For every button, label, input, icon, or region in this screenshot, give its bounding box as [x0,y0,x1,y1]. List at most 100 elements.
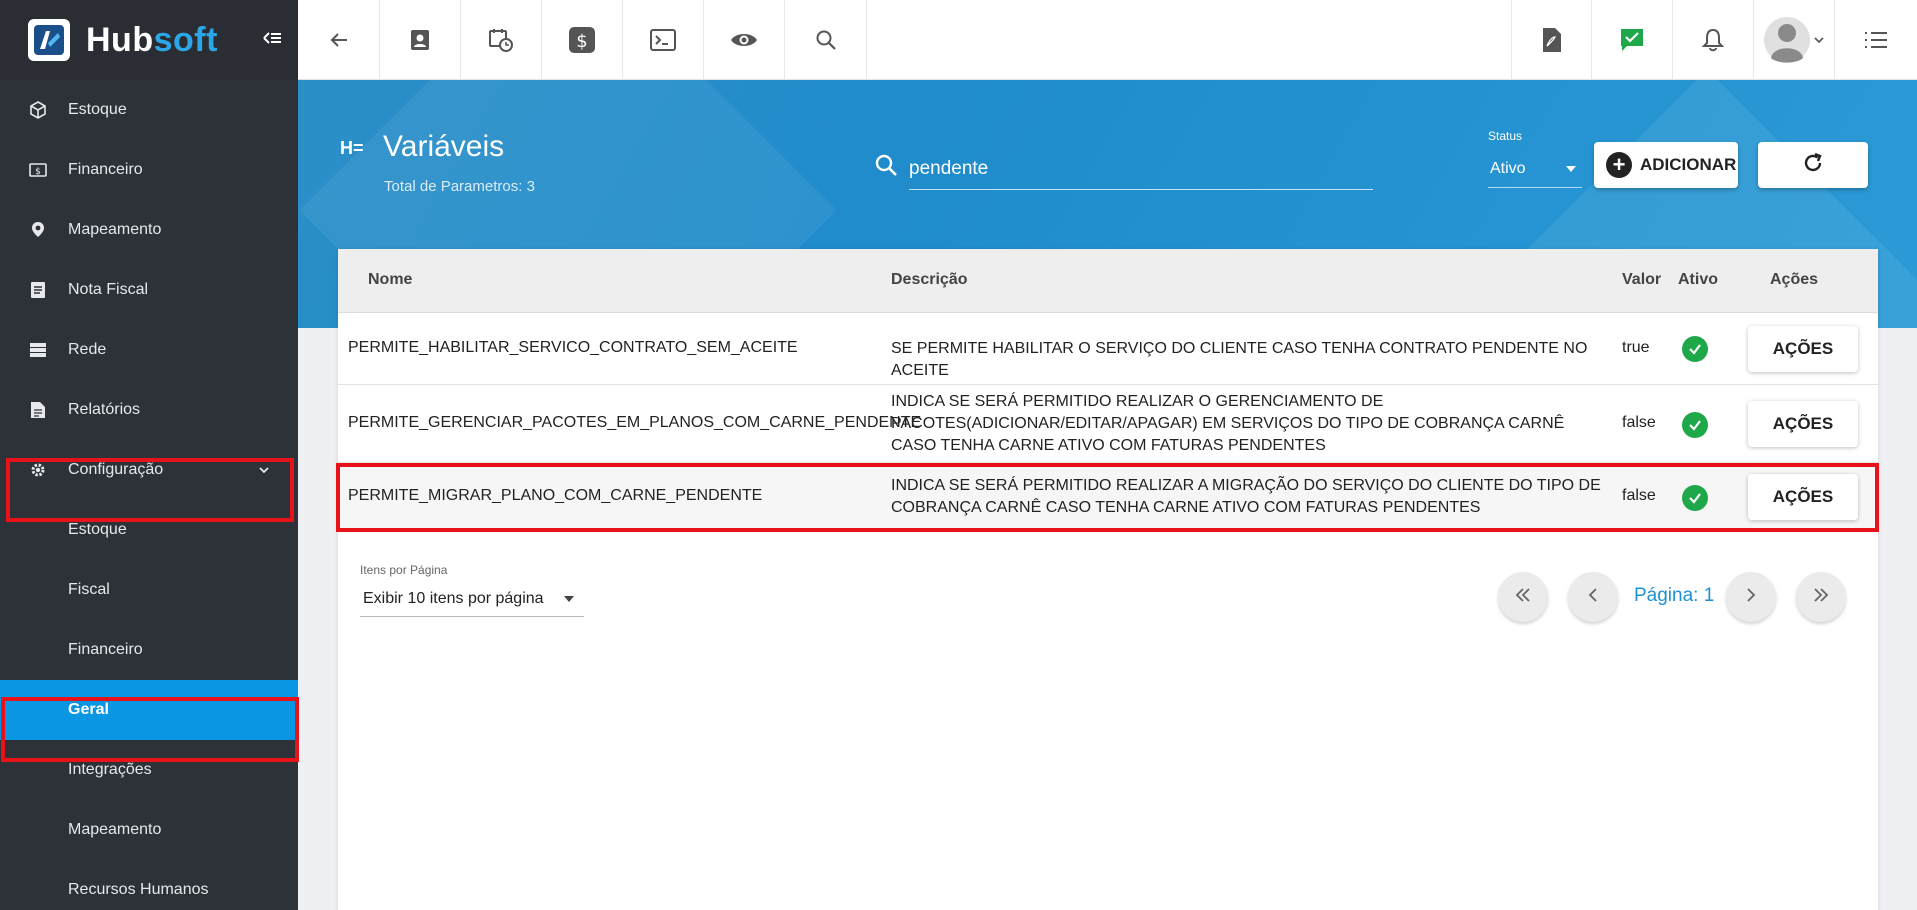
items-per-page-select[interactable]: Exibir 10 itens por página [360,581,584,617]
sidebar-subitem-integracoes[interactable]: Integrações [0,740,298,800]
sidebar-subitem-mapeamento[interactable]: Mapeamento [0,800,298,860]
cell-valor: false [1622,487,1656,504]
cell-descricao: SE PERMITE HABILITAR O SERVIÇO DO CLIENT… [891,340,1588,379]
sidebar-item-relatorios[interactable]: Relatórios [0,380,298,440]
column-header-descricao[interactable]: Descrição [891,271,968,289]
gear-icon [28,460,48,480]
next-page-button[interactable] [1726,572,1776,622]
refresh-icon [1801,151,1825,180]
status-value: Ativo [1490,159,1526,177]
hubsoft-logo[interactable] [28,19,70,61]
back-arrow-icon [327,28,351,52]
brand-name: Hubsoft [86,21,218,60]
actions-button[interactable]: AÇÕES [1748,474,1858,520]
collapse-menu-icon[interactable] [260,26,284,50]
sidebar-item-configuracao[interactable]: Configuração [0,440,298,500]
receipt-icon [28,280,48,300]
previous-page-button[interactable] [1568,572,1618,622]
search-button[interactable] [785,0,867,80]
items-per-page-label: Itens por Página [360,563,448,577]
check-circle-icon [1682,336,1708,362]
chevron-right-icon [1744,587,1758,608]
sidebar-item-financeiro[interactable]: $ Financeiro [0,140,298,200]
back-button[interactable] [298,0,380,80]
sidebar-subitem-label: Estoque [68,521,127,538]
sidebar-item-estoque[interactable]: Estoque [0,80,298,140]
column-header-nome[interactable]: Nome [368,271,412,289]
pdf-button[interactable] [1511,0,1592,80]
sidebar-item-label: Nota Fiscal [68,281,149,298]
svg-text:$: $ [35,167,41,177]
sidebar-subitem-fiscal[interactable]: Fiscal [0,560,298,620]
cell-descricao: INDICA SE SERÁ PERMITIDO REALIZAR O GERE… [891,393,1565,454]
schedule-button[interactable] [461,0,542,80]
clients-button[interactable] [380,0,461,80]
cell-nome: PERMITE_GERENCIAR_PACOTES_EM_PLANOS_COM_… [348,414,922,431]
sidebar-subitem-label: Fiscal [68,581,110,598]
cell-valor: false [1622,414,1656,431]
terminal-icon [650,28,676,52]
first-page-button[interactable] [1498,572,1548,622]
sidebar-subitem-financeiro[interactable]: Financeiro [0,620,298,680]
column-header-ativo[interactable]: Ativo [1678,271,1718,289]
dollar-icon: $ [568,26,596,54]
table-row[interactable]: PERMITE_GERENCIAR_PACOTES_EM_PLANOS_COM_… [338,385,1878,463]
add-button-label: ADICIONAR [1640,155,1737,174]
actions-button[interactable]: AÇÕES [1748,401,1858,447]
table-row[interactable]: PERMITE_HABILITAR_SERVICO_CONTRATO_SEM_A… [338,313,1878,385]
sidebar-item-rede[interactable]: Rede [0,320,298,380]
sidebar-item-mapeamento[interactable]: Mapeamento [0,200,298,260]
chevron-down-icon [1813,34,1825,46]
cell-descricao: INDICA SE SERÁ PERMITIDO REALIZAR A MIGR… [891,477,1601,516]
sidebar-item-label: Financeiro [68,161,143,178]
brand-hub-text: Hub [86,20,154,59]
table-header: Nome Descrição Valor Ativo Ações [338,249,1878,313]
sidebar-item-nota-fiscal[interactable]: Nota Fiscal [0,260,298,320]
actions-button[interactable]: AÇÕES [1748,326,1858,372]
sidebar-item-label: Estoque [68,101,127,118]
sidebar-item-label: Relatórios [68,401,141,418]
notifications-button[interactable] [1673,0,1754,80]
chevron-down-icon [256,462,272,478]
contact-card-icon [408,28,432,52]
plus-circle-icon: + [1606,152,1632,178]
cell-nome: PERMITE_MIGRAR_PLANO_COM_CARNE_PENDENTE [348,487,763,504]
add-button[interactable]: + ADICIONAR [1594,142,1738,188]
table-row[interactable]: PERMITE_MIGRAR_PLANO_COM_CARNE_PENDENTE … [338,463,1878,531]
sidebar-subitem-estoque[interactable]: Estoque [0,500,298,560]
list-menu-icon [1863,29,1889,51]
finance-button[interactable]: $ [542,0,623,80]
money-icon: $ [28,160,48,180]
report-icon [28,400,48,420]
sidebar-subitem-geral[interactable]: Geral [0,680,298,740]
cell-valor: true [1622,339,1650,356]
bell-icon [1702,27,1724,53]
status-select[interactable]: Ativo [1488,150,1582,188]
check-circle-icon [1682,412,1708,438]
sidebar-item-label: Configuração [68,461,164,478]
sidebar-subitem-label: Geral [68,701,109,718]
view-button[interactable] [704,0,785,80]
avatar [1763,12,1811,68]
dropdown-arrow-icon [1566,166,1576,172]
sidebar-subitem-recursos-humanos[interactable]: Recursos Humanos [0,860,298,910]
user-menu-button[interactable] [1754,0,1835,80]
column-header-acoes[interactable]: Ações [1770,271,1818,289]
cell-nome: PERMITE_HABILITAR_SERVICO_CONTRATO_SEM_A… [348,339,798,356]
sidebar-subitem-label: Recursos Humanos [68,881,209,898]
brand-header: Hubsoft [0,0,298,80]
topbar: $ [298,0,1917,80]
menu-list-button[interactable] [1835,0,1917,80]
box-icon [28,100,48,120]
status-label: Status [1488,129,1523,143]
terminal-button[interactable] [623,0,704,80]
tasks-button[interactable] [1592,0,1673,80]
search-input[interactable] [909,148,1373,190]
sidebar-nav: Estoque $ Financeiro Mapeamento Nota Fis… [0,80,298,910]
server-icon [28,340,48,360]
chevron-left-icon [1586,587,1600,608]
refresh-button[interactable] [1758,142,1868,188]
sidebar-subitem-label: Financeiro [68,641,143,658]
column-header-valor[interactable]: Valor [1622,271,1661,289]
last-page-button[interactable] [1796,572,1846,622]
